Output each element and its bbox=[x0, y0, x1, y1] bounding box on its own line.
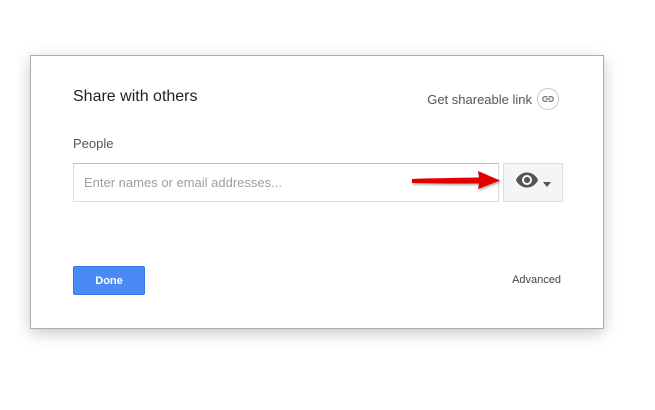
dialog-title: Share with others bbox=[73, 88, 198, 105]
caret-down-icon bbox=[543, 174, 551, 192]
get-shareable-link[interactable]: Get shareable link bbox=[427, 87, 559, 111]
share-dialog: Share with others Get shareable link Peo… bbox=[30, 55, 604, 329]
link-icon[interactable] bbox=[537, 88, 559, 110]
eye-icon bbox=[515, 168, 539, 197]
permission-dropdown-button[interactable] bbox=[503, 163, 563, 202]
done-button[interactable]: Done bbox=[73, 266, 145, 295]
people-label: People bbox=[73, 136, 114, 151]
red-arrow-icon bbox=[412, 171, 500, 189]
advanced-link[interactable]: Advanced bbox=[512, 274, 561, 286]
shareable-link-label: Get shareable link bbox=[427, 91, 532, 107]
